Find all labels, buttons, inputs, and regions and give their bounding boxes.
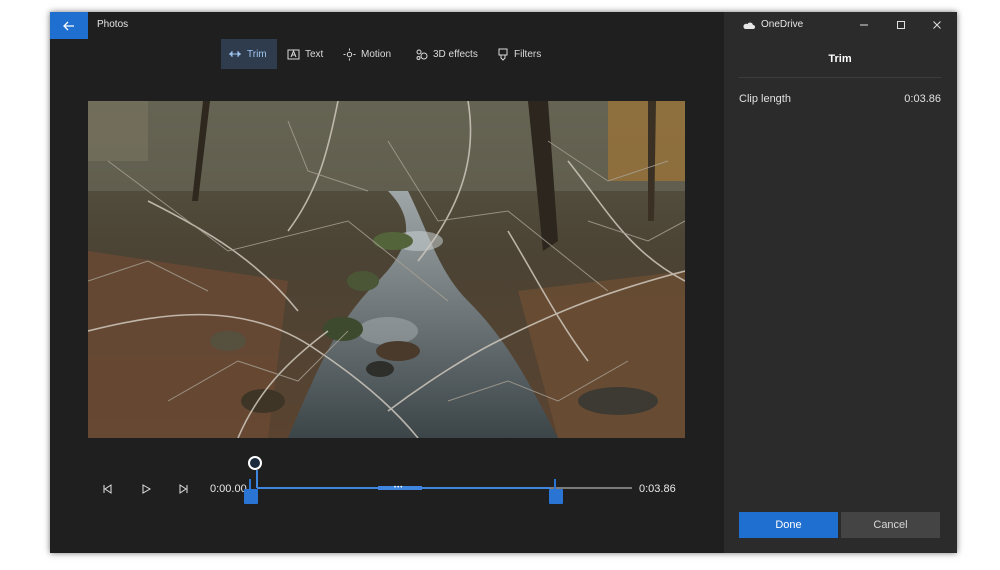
tab-motion[interactable]: Motion: [336, 39, 398, 69]
forest-stream-image: [88, 101, 685, 438]
maximize-icon: [897, 21, 905, 29]
next-frame-button[interactable]: [176, 481, 192, 497]
tab-text-label: Text: [305, 48, 324, 60]
arrow-left-icon: [63, 21, 74, 30]
play-button[interactable]: [138, 481, 154, 497]
step-forward-icon: [179, 484, 188, 494]
playhead-handle[interactable]: [248, 456, 262, 470]
play-icon: [142, 484, 151, 494]
cloud-icon: [743, 22, 755, 29]
close-icon: [933, 21, 941, 29]
previous-frame-button[interactable]: [99, 481, 115, 497]
tab-filters-label: Filters: [514, 48, 542, 60]
clip-length-label: Clip length: [739, 93, 791, 105]
cancel-button[interactable]: Cancel: [841, 512, 940, 538]
app-title: Photos: [97, 19, 129, 30]
3d-effects-icon: [416, 49, 428, 60]
minimize-button[interactable]: [854, 16, 874, 34]
clip-length-value: 0:03.86: [904, 93, 941, 105]
timeline-track[interactable]: [257, 487, 632, 489]
current-time: 0:00.00: [210, 483, 247, 495]
close-button[interactable]: [927, 16, 947, 34]
tab-text[interactable]: Text: [280, 39, 330, 69]
grip-dots-icon: •••: [394, 485, 404, 491]
total-time: 0:03.86: [639, 483, 676, 495]
photos-app-window: Photos Trim Text Motion 3D effects Filte…: [50, 12, 957, 553]
filters-icon: [498, 48, 508, 61]
trim-end-handle[interactable]: [548, 479, 563, 504]
step-back-icon: [103, 484, 112, 494]
playhead-line: [256, 470, 258, 488]
minimize-icon: [860, 24, 868, 26]
tab-3d-effects-label: 3D effects: [433, 48, 478, 60]
maximize-button[interactable]: [891, 16, 911, 34]
tab-3d-effects[interactable]: 3D effects: [408, 39, 485, 69]
trim-start-handle[interactable]: [244, 479, 258, 504]
tab-filters[interactable]: Filters: [490, 39, 548, 69]
tab-motion-label: Motion: [361, 48, 392, 60]
video-preview[interactable]: [88, 101, 685, 438]
panel-title: Trim: [828, 53, 852, 65]
tab-trim-label: Trim: [247, 48, 267, 60]
trim-side-panel: OneDrive Trim Clip length 0:03.86 Done C…: [724, 12, 957, 553]
trim-icon: [229, 51, 241, 57]
onedrive-label: OneDrive: [761, 19, 804, 30]
onedrive-status[interactable]: OneDrive: [742, 19, 803, 30]
panel-divider: [739, 77, 941, 78]
motion-icon: [343, 48, 356, 60]
tab-trim[interactable]: Trim: [221, 39, 277, 69]
done-button[interactable]: Done: [739, 512, 838, 538]
text-icon: [287, 49, 300, 59]
back-button[interactable]: [50, 12, 88, 39]
